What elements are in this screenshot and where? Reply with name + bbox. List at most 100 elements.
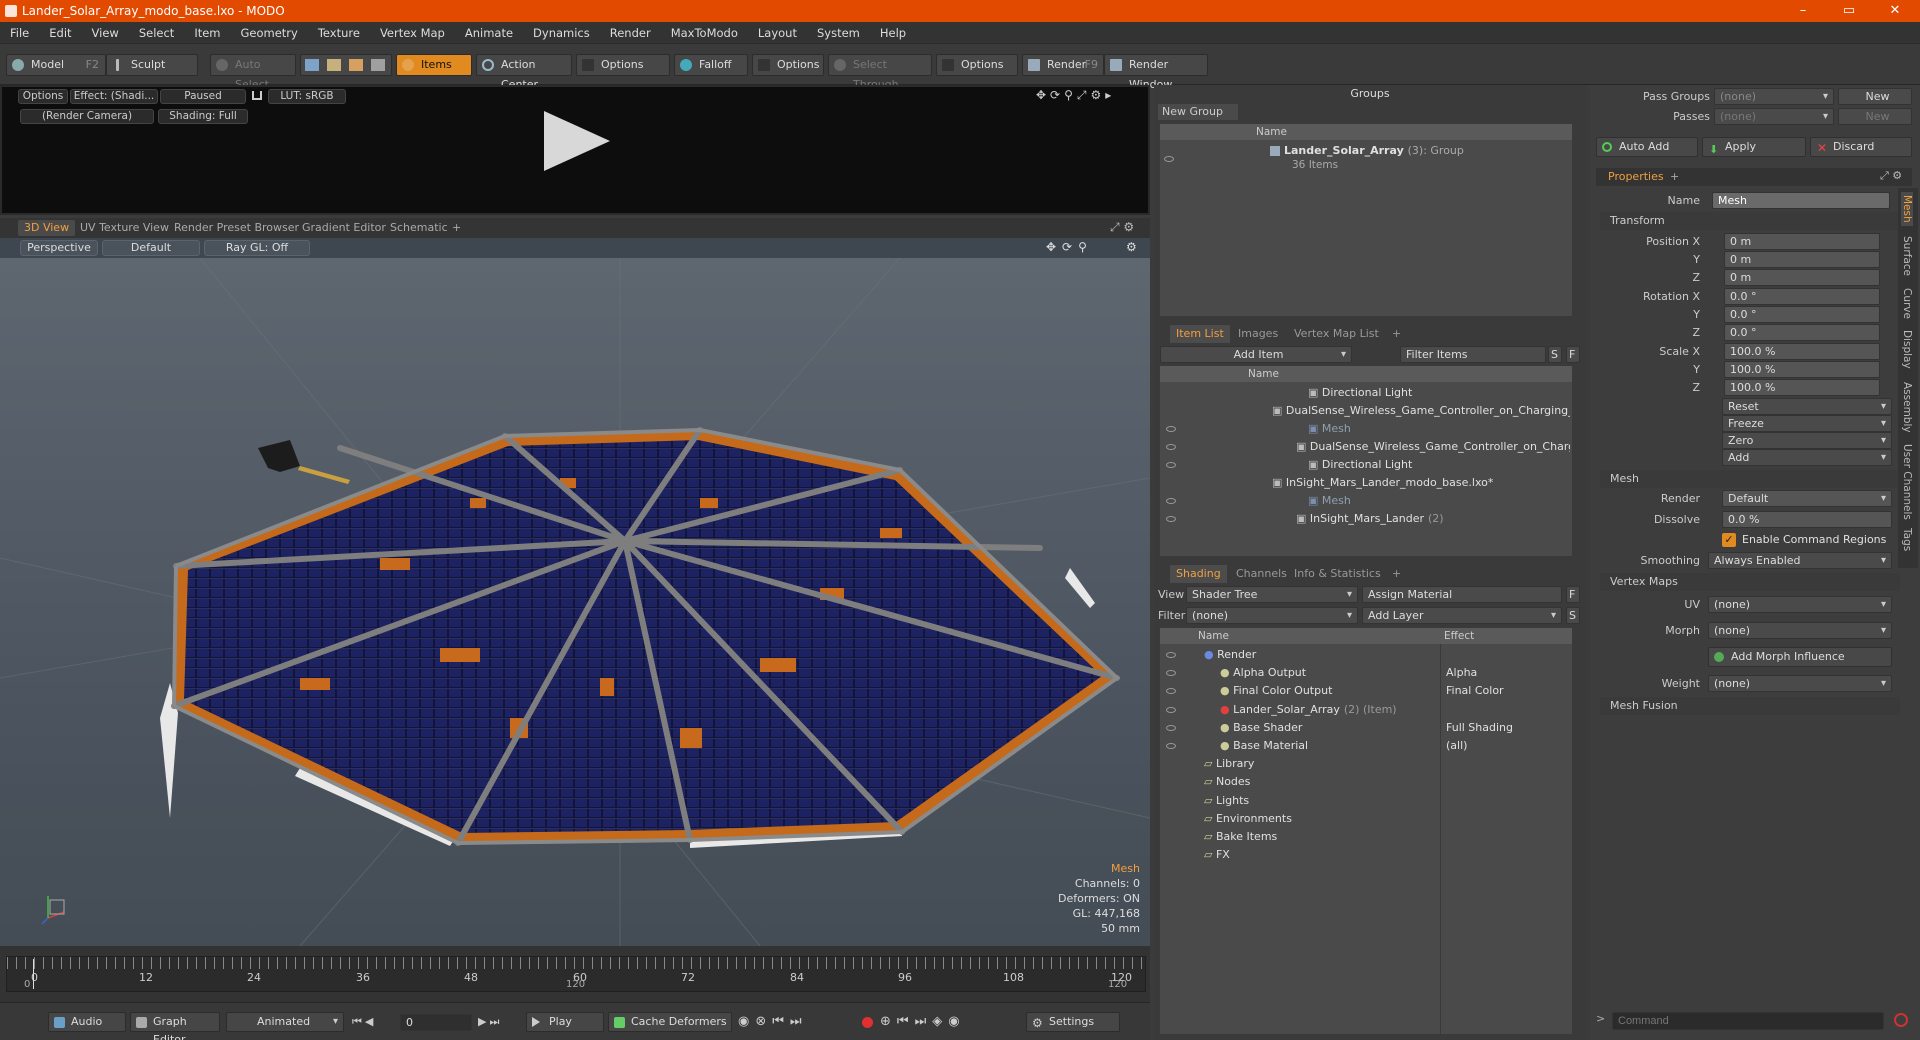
add-properties-tab[interactable]: + <box>1670 168 1679 186</box>
shader-tree-row[interactable]: ▱ Lights <box>1204 792 1434 810</box>
add-dropdown[interactable]: Add <box>1722 449 1892 466</box>
item-list-row[interactable]: ▣ Directional Light <box>1308 384 1570 402</box>
menu-vertex-map[interactable]: Vertex Map <box>370 22 455 44</box>
item-list-row[interactable]: ▣ DualSense_Wireless_Game_Controller_on_… <box>1272 402 1570 420</box>
search-options-button[interactable]: S <box>1548 346 1562 363</box>
menu-system[interactable]: System <box>807 22 870 44</box>
edges-mode-icon[interactable] <box>327 59 341 71</box>
preview-paused-button[interactable]: Paused <box>160 89 246 104</box>
position-x-input[interactable]: 0 m <box>1724 233 1880 250</box>
prev-frame-buttons[interactable]: ⏮◀ <box>352 1015 376 1029</box>
shader-tree-row[interactable]: ▱ Environments <box>1204 810 1434 828</box>
animated-dropdown[interactable]: Animated <box>226 1012 344 1032</box>
menu-file[interactable]: File <box>0 22 39 44</box>
position-y-input[interactable]: 0 m <box>1724 251 1880 268</box>
filter-dropdown[interactable]: (none) <box>1186 607 1358 624</box>
shading-s-button[interactable]: S <box>1566 607 1580 624</box>
record-icon[interactable] <box>862 1017 873 1028</box>
render-preview[interactable]: Options Effect: (Shadi... Paused LUT: sR… <box>0 85 1150 215</box>
play-icon[interactable] <box>544 111 610 171</box>
preview-effect-dropdown[interactable]: Effect: (Shadi... <box>70 89 158 104</box>
auto-add-button[interactable]: Auto Add <box>1596 137 1698 157</box>
expand-gear-icons[interactable]: ⤢ ⚙ <box>1110 220 1134 235</box>
zero-dropdown[interactable]: Zero <box>1722 432 1892 449</box>
side-tab-assembly[interactable]: Assembly <box>1901 382 1913 433</box>
transform-section[interactable]: Transform <box>1600 212 1900 230</box>
item-visibility-icon[interactable] <box>1166 444 1176 450</box>
3d-viewport[interactable]: Mesh Channels: 0 Deformers: ON GL: 447,1… <box>0 258 1150 946</box>
side-tab-user-channels[interactable]: User Channels <box>1901 444 1913 520</box>
weight-dropdown[interactable]: (none) <box>1708 675 1892 692</box>
action-center-button[interactable]: Action Center <box>476 54 572 91</box>
menu-help[interactable]: Help <box>870 22 916 44</box>
tab-info-statistics[interactable]: Info & Statistics <box>1288 565 1387 583</box>
item-list-row[interactable]: ▣ InSight_Mars_Lander (2) <box>1296 510 1570 528</box>
shader-tree-row[interactable]: ● Base Material <box>1220 737 1434 755</box>
tab-vertex-map-list[interactable]: Vertex Map List <box>1288 325 1385 343</box>
command-input[interactable] <box>1612 1012 1884 1030</box>
new-pass-group-button[interactable]: New <box>1838 88 1912 105</box>
shader-effect-value[interactable]: Alpha <box>1446 664 1570 682</box>
new-group-button[interactable]: New Group <box>1158 104 1238 120</box>
shader-tree-row[interactable]: ● Lander_Solar_Array (2) (Item) <box>1220 701 1434 719</box>
shader-tree-row[interactable]: ● Base Shader <box>1220 719 1434 737</box>
name-input[interactable]: Mesh <box>1712 192 1890 209</box>
render-camera-dropdown[interactable]: (Render Camera) <box>20 109 154 124</box>
side-tab-tags[interactable]: Tags <box>1901 528 1913 551</box>
shader-tree-row[interactable]: ▱ Bake Items <box>1204 828 1434 846</box>
maximize-button[interactable]: ▭ <box>1826 0 1872 22</box>
render-dropdown[interactable]: Default <box>1722 490 1892 507</box>
shader-effect-value[interactable]: Final Color <box>1446 682 1570 700</box>
side-tab-surface[interactable]: Surface <box>1901 236 1913 276</box>
shader-visibility-icon[interactable] <box>1166 743 1176 749</box>
perspective-dropdown[interactable]: Perspective <box>20 240 98 256</box>
vertex-maps-section[interactable]: Vertex Maps <box>1600 573 1900 591</box>
menu-animate[interactable]: Animate <box>455 22 523 44</box>
shader-tree-row[interactable]: ▱ FX <box>1204 846 1434 864</box>
preview-options-button[interactable]: Options <box>18 89 68 104</box>
play-button[interactable]: Play <box>526 1012 604 1032</box>
mesh-fusion-section[interactable]: Mesh Fusion <box>1600 697 1900 715</box>
scale-y-input[interactable]: 100.0 % <box>1724 361 1880 378</box>
enable-command-regions-checkbox[interactable]: ✓ <box>1722 533 1736 547</box>
add-tab-button[interactable]: + <box>446 220 467 236</box>
tab-render-preset-browser[interactable]: Render Preset Browser <box>168 220 305 236</box>
passes-dropdown[interactable]: (none) <box>1714 108 1834 125</box>
next-frame-buttons[interactable]: ▶⏭ <box>478 1015 502 1029</box>
filter-items-input[interactable]: Filter Items <box>1400 346 1546 363</box>
tab-3d-view[interactable]: 3D View <box>18 220 76 236</box>
shader-tree-row[interactable]: ▱ Library <box>1204 755 1434 773</box>
shader-tree-row[interactable]: ● Final Color Output <box>1220 682 1434 700</box>
select-through-button[interactable]: Select Through <box>828 54 932 91</box>
sculpt-mode-button[interactable]: Sculpt <box>106 54 198 76</box>
shader-visibility-icon[interactable] <box>1166 652 1176 658</box>
morph-dropdown[interactable]: (none) <box>1708 622 1892 639</box>
view-dropdown[interactable]: Shader Tree <box>1186 586 1358 603</box>
pass-groups-dropdown[interactable]: (none) <box>1714 88 1834 105</box>
key-nav-icons[interactable]: ⊕⏮⏭◈◉ <box>880 1014 966 1029</box>
properties-expand-gear-icons[interactable]: ⤢ ⚙ <box>1880 169 1902 183</box>
tab-channels[interactable]: Channels <box>1230 565 1293 583</box>
raygl-dropdown[interactable]: Ray GL: Off <box>204 240 310 256</box>
item-list-row[interactable]: ▣ InSight_Mars_Lander_modo_base.lxo* <box>1272 474 1570 492</box>
rotation-y-input[interactable]: 0.0 ° <box>1724 306 1880 323</box>
close-button[interactable]: ✕ <box>1872 0 1918 22</box>
materials-mode-icon[interactable] <box>371 59 385 71</box>
new-pass-button[interactable]: New <box>1838 108 1912 125</box>
menu-texture[interactable]: Texture <box>308 22 370 44</box>
minimize-button[interactable]: – <box>1780 0 1826 22</box>
tab-properties[interactable]: Properties <box>1608 168 1664 186</box>
tab-gradient-editor[interactable]: Gradient Editor <box>296 220 392 236</box>
cache-deformers-button[interactable]: Cache Deformers <box>608 1012 732 1032</box>
shader-tree-row[interactable]: ▱ Nodes <box>1204 773 1434 791</box>
lut-dropdown[interactable]: LUT: sRGB <box>268 89 346 104</box>
shader-tree-row[interactable]: ● Render <box>1204 646 1434 664</box>
graph-editor-button[interactable]: Graph Editor <box>130 1012 220 1040</box>
item-list-row[interactable]: ▣ Directional Light <box>1308 456 1570 474</box>
shading-f-button[interactable]: F <box>1566 586 1580 603</box>
smoothing-dropdown[interactable]: Always Enabled <box>1708 552 1892 569</box>
item-list-row[interactable]: ▣ DualSense_Wireless_Game_Controller_on_… <box>1296 438 1570 456</box>
auto-select-button[interactable]: Auto Select <box>210 54 296 91</box>
viewport-gear-icon[interactable]: ⚙ <box>1126 240 1137 254</box>
add-item-dropdown[interactable]: Add Item <box>1160 346 1352 363</box>
